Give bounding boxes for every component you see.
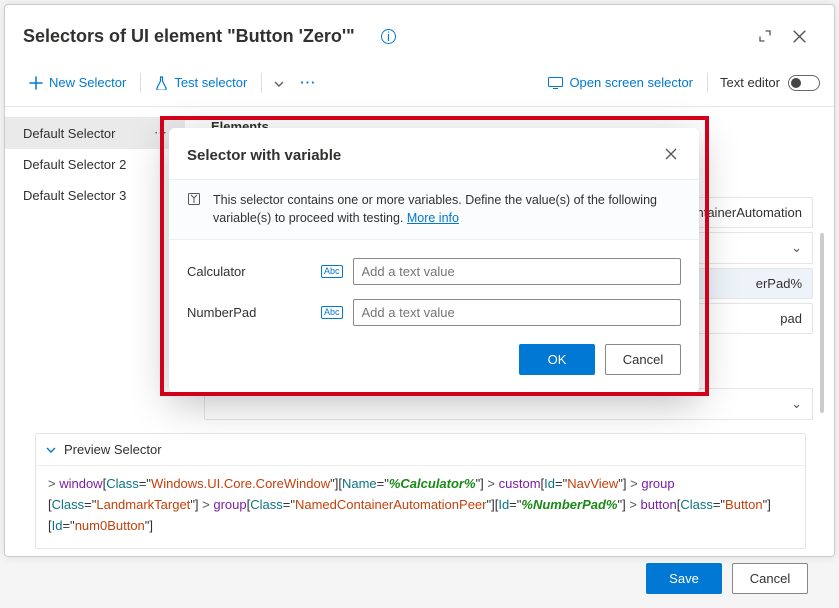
selector-variable-dialog: Selector with variable This selector con… xyxy=(169,128,699,393)
sidebar-item-default-selector-3[interactable]: Default Selector 3 xyxy=(5,180,185,211)
open-screen-selector-button[interactable]: Open screen selector xyxy=(538,69,703,96)
selectors-window: Selectors of UI element "Button 'Zero'" … xyxy=(4,4,835,557)
more-actions-button[interactable]: ··· xyxy=(292,71,324,94)
preview-selector-panel: Preview Selector > window[Class="Windows… xyxy=(35,433,806,549)
variable-icon xyxy=(187,192,203,227)
variable-field-numberpad: NumberPad Abc xyxy=(187,299,681,326)
new-selector-button[interactable]: New Selector xyxy=(19,69,136,96)
close-icon xyxy=(665,148,677,160)
text-type-icon: Abc xyxy=(321,265,343,278)
numberpad-input[interactable] xyxy=(353,299,681,326)
dialog-ok-button[interactable]: OK xyxy=(519,344,595,375)
expand-icon[interactable] xyxy=(748,19,782,53)
sidebar-item-label: Default Selector xyxy=(23,126,116,141)
dialog-cancel-button[interactable]: Cancel xyxy=(605,344,681,375)
toolbar-separator xyxy=(140,73,141,93)
open-screen-label: Open screen selector xyxy=(569,75,693,90)
text-editor-toggle-group: Text editor xyxy=(720,75,820,91)
window-title: Selectors of UI element "Button 'Zero'" xyxy=(23,26,375,47)
test-selector-button[interactable]: Test selector xyxy=(145,69,257,96)
dialog-info-text: This selector contains one or more varia… xyxy=(213,192,681,227)
sidebar-item-label: Default Selector 3 xyxy=(23,188,126,203)
dialog-body: Calculator Abc NumberPad Abc xyxy=(169,240,699,334)
cancel-button[interactable]: Cancel xyxy=(732,563,808,594)
dialog-header: Selector with variable xyxy=(169,128,699,179)
screen-icon xyxy=(548,77,563,89)
field-label: Calculator xyxy=(187,264,311,279)
text-editor-label: Text editor xyxy=(720,75,780,90)
sidebar-item-label: Default Selector 2 xyxy=(23,157,126,172)
element-name: containerAutomation xyxy=(683,205,802,220)
sidebar-item-default-selector[interactable]: Default Selector ⋯ xyxy=(5,117,185,149)
chevron-down-icon xyxy=(274,81,284,87)
plus-icon xyxy=(29,76,43,90)
more-info-link[interactable]: More info xyxy=(407,211,459,225)
text-editor-toggle[interactable] xyxy=(788,75,820,91)
info-icon[interactable]: i xyxy=(381,29,396,44)
toolbar-separator xyxy=(707,73,708,93)
test-selector-label: Test selector xyxy=(174,75,247,90)
close-window-icon[interactable] xyxy=(782,19,816,53)
chevron-down-icon xyxy=(46,447,56,453)
sidebar-item-default-selector-2[interactable]: Default Selector 2 xyxy=(5,149,185,180)
element-chevron-icon[interactable]: ⌄ xyxy=(791,396,802,412)
field-label: NumberPad xyxy=(187,305,311,320)
calculator-input[interactable] xyxy=(353,258,681,285)
toolbar-separator xyxy=(261,73,262,93)
preview-title: Preview Selector xyxy=(64,442,162,457)
dialog-info-banner: This selector contains one or more varia… xyxy=(169,179,699,240)
variable-field-calculator: Calculator Abc xyxy=(187,258,681,285)
flask-icon xyxy=(155,76,168,90)
toolbar: New Selector Test selector ··· Open scre… xyxy=(5,63,834,107)
element-chevron-icon[interactable]: ⌄ xyxy=(791,240,802,256)
text-type-icon: Abc xyxy=(321,306,343,319)
save-button[interactable]: Save xyxy=(646,563,722,594)
preview-selector-body: > window[Class="Windows.UI.Core.CoreWind… xyxy=(36,466,805,548)
element-name: erPad% xyxy=(756,276,802,291)
element-name: pad xyxy=(780,311,802,326)
dialog-actions: OK Cancel xyxy=(169,334,699,393)
title-bar: Selectors of UI element "Button 'Zero'" … xyxy=(5,5,834,63)
test-selector-chevron[interactable] xyxy=(266,71,292,94)
dialog-close-button[interactable] xyxy=(661,144,681,167)
footer-actions: Save Cancel xyxy=(5,549,834,608)
sidebar-item-menu-icon[interactable]: ⋯ xyxy=(154,125,167,141)
new-selector-label: New Selector xyxy=(49,75,126,90)
scrollbar[interactable] xyxy=(820,233,824,413)
preview-selector-toggle[interactable]: Preview Selector xyxy=(36,434,805,466)
dialog-title: Selector with variable xyxy=(187,147,661,164)
selector-sidebar: Default Selector ⋯ Default Selector 2 De… xyxy=(5,117,185,425)
